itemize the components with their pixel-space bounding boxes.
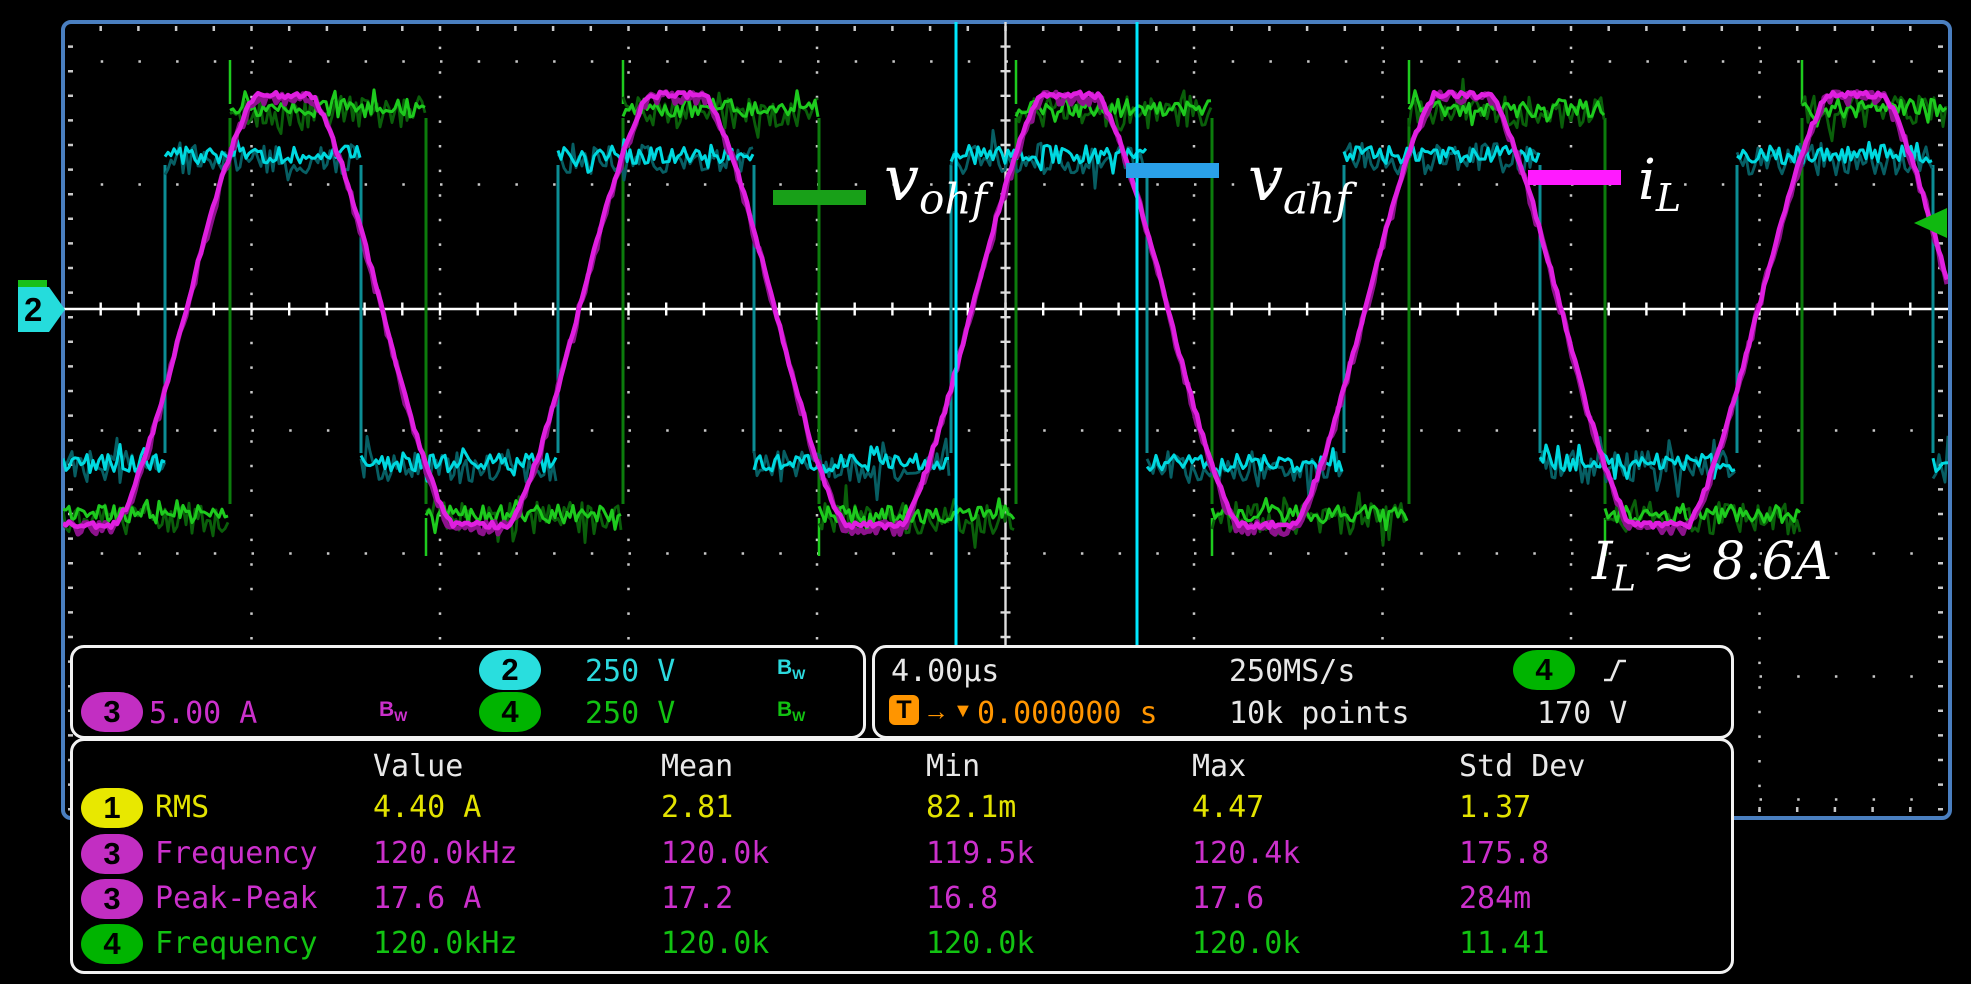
channel2-bandwidth-icon: BW (777, 656, 805, 682)
meas-row4-std: 11.41 (1459, 926, 1550, 961)
oscilloscope-screen: 2 vohf vahf iL IL ≈ 8.6A 2 250 V BW 3 5.0… (0, 0, 1971, 984)
bw-letter: B (379, 698, 395, 721)
meas-row4-min: 120.0k (926, 926, 1035, 961)
bw-sub: W (792, 666, 806, 683)
channel2-badge[interactable]: 2 (479, 650, 541, 690)
meas-row2-value: 120.0kHz (373, 836, 518, 871)
meas-row1-name[interactable]: RMS (155, 790, 209, 825)
meas-row1-std: 1.37 (1459, 790, 1532, 825)
legend-il-sub: L (1655, 176, 1682, 221)
annotation-symbol: I (1592, 532, 1613, 592)
trigger-delay[interactable]: 0.000000 s (977, 696, 1158, 731)
meas-row4-mean: 120.0k (661, 926, 770, 961)
trigger-arrow-icon: → (923, 696, 949, 726)
meas-row3-value: 17.6 A (373, 881, 482, 916)
meas-row2-min: 119.5k (926, 836, 1035, 871)
bw-letter: B (777, 656, 793, 679)
meas-row4-max: 120.0k (1192, 926, 1301, 961)
legend-swatch-vahf (1126, 163, 1219, 178)
meas-row1-value: 4.40 A (373, 790, 482, 825)
channel2-scale[interactable]: 250 V (585, 654, 675, 689)
col-header-value: Value (373, 749, 464, 784)
meas-row3-min: 16.8 (926, 881, 999, 916)
meas-row3-name[interactable]: Peak-Peak (155, 881, 318, 916)
col-header-min: Min (926, 749, 981, 784)
col-header-std: Std Dev (1459, 749, 1586, 784)
channel3-scale[interactable]: 5.00 A (149, 696, 257, 731)
meas-row1-max: 4.47 (1192, 790, 1265, 825)
meas-row4-badge[interactable]: 4 (81, 924, 143, 964)
annotation-subscript: L (1612, 558, 1637, 600)
legend-vohf-sub: ohf (919, 174, 988, 224)
meas-row2-name[interactable]: Frequency (155, 836, 318, 871)
annotation-value: ≈ 8.6A (1652, 532, 1833, 592)
sample-rate: 250MS/s (1229, 654, 1356, 689)
col-header-mean: Mean (661, 749, 734, 784)
legend-il-main: i (1638, 148, 1656, 213)
trigger-source-badge[interactable]: 4 (1513, 650, 1575, 690)
channel-readout-box: 2 250 V BW 3 5.00 A BW 4 250 V BW (70, 645, 866, 739)
timebase-scale[interactable]: 4.00µs (891, 654, 999, 689)
legend-swatch-il (1528, 170, 1621, 185)
meas-row1-mean: 2.81 (661, 790, 734, 825)
legend-label-vahf: vahf (1248, 142, 1351, 223)
legend-label-il: iL (1638, 148, 1681, 220)
meas-row3-max: 17.6 (1192, 881, 1265, 916)
trigger-position-icon: ▼ (953, 700, 973, 722)
meas-row3-mean: 17.2 (661, 881, 734, 916)
bw-sub: W (792, 708, 806, 725)
legend-label-vohf: vohf (884, 142, 987, 223)
bw-sub: W (394, 708, 408, 725)
bw-letter: B (777, 698, 793, 721)
legend-vohf-main: v (884, 142, 920, 215)
record-length: 10k points (1229, 696, 1410, 731)
trigger-T-icon[interactable]: T (889, 695, 919, 725)
timebase-trigger-box: 4.00µs 250MS/s 4 T → ▼ 0.000000 s 10k po… (872, 645, 1734, 739)
meas-row1-min: 82.1m (926, 790, 1017, 825)
channel4-bandwidth-icon: BW (777, 698, 805, 724)
channel4-ground-marker[interactable] (18, 280, 47, 288)
meas-row4-value: 120.0kHz (373, 926, 518, 961)
meas-row2-max: 120.4k (1192, 836, 1301, 871)
rising-edge-icon (1604, 659, 1626, 682)
legend-vahf-sub: ahf (1283, 174, 1351, 224)
meas-row3-std: 284m (1459, 881, 1532, 916)
meas-row2-std: 175.8 (1459, 836, 1550, 871)
inductor-current-annotation: IL ≈ 8.6A (1592, 532, 1832, 599)
meas-row4-name[interactable]: Frequency (155, 926, 318, 961)
measurement-table: Value Mean Min Max Std Dev 1 RMS 4.40 A … (70, 738, 1734, 974)
channel3-bandwidth-icon: BW (379, 698, 407, 724)
trigger-level[interactable]: 170 V (1537, 696, 1627, 731)
meas-row2-mean: 120.0k (661, 836, 770, 871)
meas-row2-badge[interactable]: 3 (81, 834, 143, 874)
meas-row1-badge[interactable]: 1 (81, 788, 143, 828)
channel3-badge[interactable]: 3 (81, 692, 143, 732)
meas-row3-badge[interactable]: 3 (81, 879, 143, 919)
channel4-scale[interactable]: 250 V (585, 696, 675, 731)
legend-vahf-main: v (1248, 142, 1284, 215)
col-header-max: Max (1192, 749, 1247, 784)
legend-swatch-vohf (773, 190, 866, 205)
channel4-badge[interactable]: 4 (479, 692, 541, 732)
